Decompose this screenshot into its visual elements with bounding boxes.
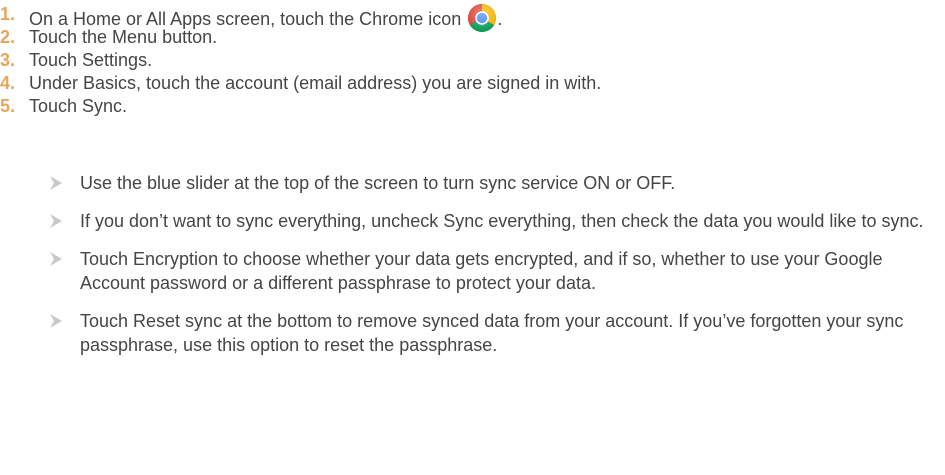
step-text: Touch the Menu button. — [29, 27, 218, 47]
step-text: Under Basics, touch the account (email a… — [29, 73, 602, 93]
bullet-item-encryption: Touch Encryption to choose whether your … — [0, 247, 945, 295]
step-number: 1. — [0, 4, 16, 24]
step-item-1: 1. On a Home or All Apps screen, touch t… — [0, 3, 945, 32]
step-item-4: 4. Under Basics, touch the account (emai… — [0, 72, 945, 95]
bullet-text: Use the blue slider at the top of the sc… — [80, 173, 676, 193]
arrow-bullet-icon — [50, 314, 62, 328]
bullet-text: Touch Encryption to choose whether your … — [80, 249, 883, 293]
step-number: 4. — [0, 73, 16, 93]
step-number: 2. — [0, 27, 16, 47]
bullet-item-reset-sync: Touch Reset sync at the bottom to remove… — [0, 309, 945, 357]
arrow-bullet-icon — [50, 252, 62, 266]
bullet-item-slider: Use the blue slider at the top of the sc… — [0, 171, 945, 195]
bullet-list: Use the blue slider at the top of the sc… — [0, 171, 945, 371]
step-item-5: 5. Touch Sync. — [0, 95, 945, 118]
bullet-text: Touch Reset sync at the bottom to remove… — [80, 311, 904, 355]
step-item-3: 3. Touch Settings. — [0, 49, 945, 72]
step-text: Touch Sync. — [29, 96, 128, 116]
step-number: 5. — [0, 96, 16, 116]
arrow-bullet-icon — [50, 176, 62, 190]
numbered-steps-list: 1. On a Home or All Apps screen, touch t… — [0, 3, 945, 118]
bullet-text: If you don’t want to sync everything, un… — [80, 211, 924, 231]
step-item-2: 2. Touch the Menu button. — [0, 26, 945, 49]
step-number: 3. — [0, 50, 16, 70]
arrow-bullet-icon — [50, 214, 62, 228]
bullet-item-sync-everything: If you don’t want to sync everything, un… — [0, 209, 945, 233]
step-text: Touch Settings. — [29, 50, 153, 70]
